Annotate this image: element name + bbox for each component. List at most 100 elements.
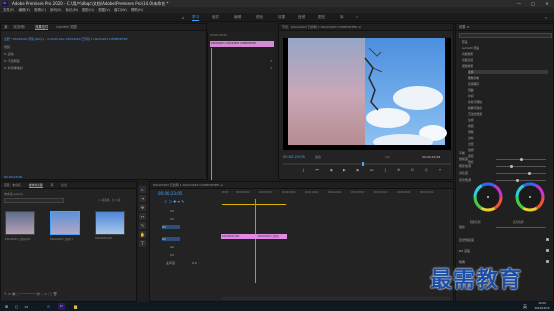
vignette-checkbox[interactable] xyxy=(546,260,549,263)
tree-item[interactable]: 杂色与颗粒 xyxy=(468,100,482,104)
close-button[interactable]: ✕ xyxy=(540,0,554,7)
mini-playhead[interactable] xyxy=(211,48,212,180)
tab-lumetri-scopes[interactable]: Lumetri 范围 xyxy=(56,25,76,29)
vibrance-checkbox[interactable] xyxy=(546,238,549,241)
edge-icon[interactable]: e xyxy=(45,303,52,310)
tree-item[interactable]: 沉浸式视频 xyxy=(468,112,482,116)
menu-window[interactable]: 窗口(W) xyxy=(114,8,127,12)
goto-in-icon[interactable]: ⏮ xyxy=(315,168,318,176)
tree-item[interactable]: 音频过渡 xyxy=(462,58,473,62)
tab-libraries[interactable]: 库 xyxy=(51,183,54,187)
tab-effect-controls[interactable]: 效果控件 xyxy=(35,25,49,30)
tab-media-browser[interactable]: 媒体浏览器 xyxy=(28,183,43,188)
selection-tool-icon[interactable]: ▸ xyxy=(139,186,146,193)
track-v1[interactable]: V1 xyxy=(162,225,180,229)
menu-marker[interactable]: 标记(M) xyxy=(66,8,78,12)
mark-in-icon[interactable]: { xyxy=(302,168,304,176)
clock[interactable]: 15:09 2021/10/15 xyxy=(532,302,552,311)
search-taskbar-icon[interactable]: ○ xyxy=(13,303,20,310)
tree-item[interactable]: 视频效果 xyxy=(462,64,473,68)
timeline-scrollbar[interactable] xyxy=(222,297,450,300)
mini-clip[interactable]: DSC04263 1 DSC04263 COMPOSITED xyxy=(210,41,274,47)
contrast-knob[interactable] xyxy=(528,172,531,175)
tree-item[interactable]: 过渡 xyxy=(468,142,474,146)
track-v2[interactable]: V2 xyxy=(170,217,174,221)
tab-project[interactable]: 项目：未命名 xyxy=(4,183,21,187)
task-view-icon[interactable]: ▭ xyxy=(23,303,30,310)
insert-icon[interactable]: ⊕ xyxy=(397,168,400,176)
ripple-edit-tool-icon[interactable]: ✥ xyxy=(139,204,146,211)
resolution-dropdown[interactable]: 1/2 xyxy=(385,155,390,159)
pen-tool-icon[interactable]: ✎ xyxy=(139,222,146,229)
reset-opacity-icon[interactable]: ↺ xyxy=(270,66,273,70)
track-select-tool-icon[interactable]: ⇥ xyxy=(139,195,146,202)
color-wheels[interactable] xyxy=(470,179,550,219)
search-icon[interactable]: ⌕ xyxy=(545,13,547,22)
tree-item[interactable]: 图像控制 xyxy=(468,76,479,80)
tree-item[interactable]: 音频效果 xyxy=(462,52,473,56)
menu-view[interactable]: 视图(V) xyxy=(98,8,110,12)
workspace-learn[interactable]: 学习 xyxy=(192,13,200,21)
shadow-color-wheel[interactable] xyxy=(470,179,506,215)
menu-clip[interactable]: 剪辑(C) xyxy=(34,8,46,12)
export-frame-icon[interactable]: ⎙ xyxy=(425,168,428,176)
play-icon[interactable]: ▶ xyxy=(343,168,346,176)
bitdepth-checkbox[interactable] xyxy=(546,249,549,252)
tree-item[interactable]: 视频 xyxy=(468,124,474,128)
master-level[interactable]: 0.0 xyxy=(192,261,197,265)
menu-sequence[interactable]: 序列(S) xyxy=(50,8,62,12)
shadow-tint-slider[interactable] xyxy=(496,166,546,167)
menu-help[interactable]: 帮助(H) xyxy=(131,8,143,12)
tree-item[interactable]: 变换 xyxy=(468,70,548,74)
project-thumb[interactable] xyxy=(5,211,35,235)
timeline-timecode[interactable]: 00;00;23;05 xyxy=(158,191,182,196)
add-button-icon[interactable]: + xyxy=(438,168,441,176)
track-a3[interactable]: A3 xyxy=(170,253,174,257)
row-motion[interactable]: fx 运动 xyxy=(4,52,14,56)
program-timecode[interactable]: 00:00:23:05 xyxy=(283,155,305,159)
timeline-tab[interactable]: DSC04263 已剪辑 1 DSC04263 COMPOSITED ≡ xyxy=(150,182,453,189)
workspace-audio[interactable]: 音频 xyxy=(298,13,305,22)
razor-tool-icon[interactable]: ↔ xyxy=(139,213,146,220)
tree-item[interactable]: 过时 xyxy=(468,136,474,140)
tree-item[interactable]: 生成 xyxy=(468,118,474,122)
tree-item[interactable]: 透视 xyxy=(468,148,474,152)
tree-item[interactable]: 模糊与锐化 xyxy=(468,106,482,110)
row-time-remap[interactable]: fx 时间重映射 xyxy=(4,66,23,70)
home-icon[interactable]: ⌂ xyxy=(182,13,185,22)
tab-source[interactable]: 源：（无剪辑） xyxy=(4,25,27,29)
start-icon[interactable]: ⊞ xyxy=(3,303,10,310)
contrast-slider[interactable] xyxy=(496,173,546,174)
step-back-icon[interactable]: ◀ xyxy=(329,168,332,176)
track-v3[interactable]: V3 xyxy=(170,209,174,213)
tree-item[interactable]: 预设 xyxy=(462,40,468,44)
tree-item[interactable]: 实用程序 xyxy=(468,82,479,86)
project-search-input[interactable] xyxy=(4,198,64,203)
menu-graphics[interactable]: 图形(G) xyxy=(82,8,94,12)
tree-item[interactable]: 时间 xyxy=(468,94,474,98)
snap-icon[interactable]: ⊂ ⊃ ✚ ▾ ✎ xyxy=(164,199,185,204)
ime-indicator[interactable]: 英 xyxy=(520,303,530,310)
track-a1[interactable]: A1 xyxy=(162,237,180,241)
program-playhead[interactable] xyxy=(362,162,364,166)
row-opacity[interactable]: fx 不透明度 xyxy=(4,59,20,63)
workspace-editing[interactable]: 编辑 xyxy=(234,13,241,22)
explorer-icon[interactable]: ▆ xyxy=(72,303,79,310)
timeline-playhead[interactable] xyxy=(255,199,256,283)
minimize-button[interactable]: — xyxy=(512,0,526,7)
saturation-knob[interactable] xyxy=(520,158,523,161)
tree-item[interactable]: 扭曲 xyxy=(468,88,474,92)
tree-item[interactable]: 调整 xyxy=(468,130,474,134)
tab-info[interactable]: 信息 xyxy=(61,183,67,187)
tree-item[interactable]: Lumetri 预设 xyxy=(462,46,479,50)
shadow-tint-knob[interactable] xyxy=(510,165,513,168)
menu-file[interactable]: 文件(F) xyxy=(3,8,14,12)
workspace-color[interactable]: 颜色 xyxy=(256,13,263,22)
reset-motion-icon[interactable]: ↺ xyxy=(270,59,273,63)
timeline-clip[interactable]: DSC04263.JPG xyxy=(221,234,257,239)
workspace-graphics[interactable]: 图形 xyxy=(318,13,325,22)
effects-search-input[interactable] xyxy=(459,33,552,38)
timeline-clip[interactable]: DSC04263 已剪辑 xyxy=(257,234,287,239)
goto-out-icon[interactable]: ⏭ xyxy=(370,168,373,176)
project-thumb[interactable] xyxy=(95,211,125,235)
